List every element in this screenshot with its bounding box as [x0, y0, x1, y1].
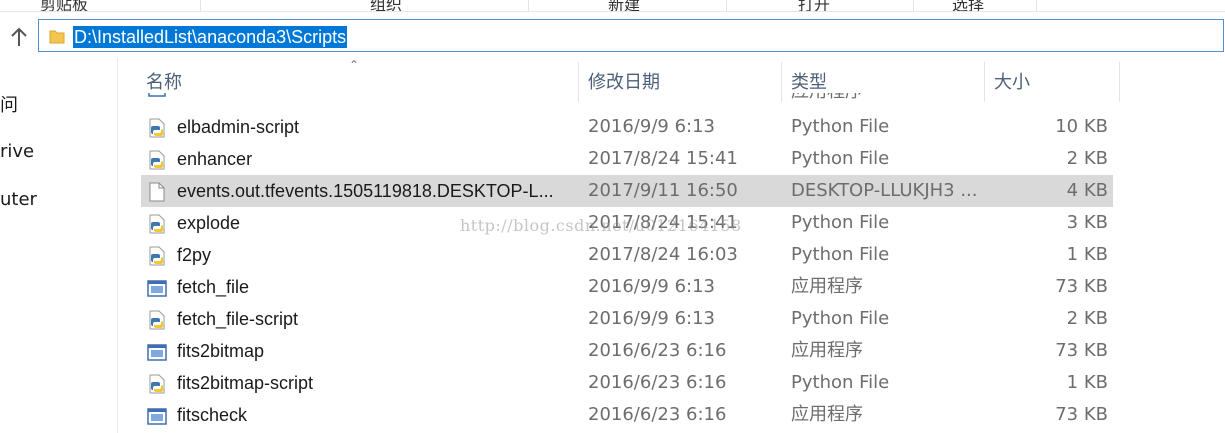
file-name: events.out.tfevents.1505119818.DESKTOP-L… [177, 181, 554, 201]
ribbon-separator [726, 0, 727, 11]
file-name: elbadmin-script [177, 117, 300, 137]
file-size: 73 KB [1055, 340, 1108, 361]
file-date: 2016/9/9 6:13 [588, 116, 715, 137]
file-type: Python File [791, 244, 890, 265]
file-date: 2016/6/23 6:16 [588, 404, 727, 425]
file-type: Python File [791, 308, 890, 329]
file-type: 应用程序 [791, 340, 863, 361]
folder-icon [49, 30, 65, 44]
application-icon [147, 278, 167, 298]
nav-item-quick-access[interactable]: 问 [0, 91, 18, 117]
file-name: enhancer [177, 149, 253, 169]
nav-item-this-pc[interactable]: uter [0, 189, 37, 210]
file-name: fitscheck [177, 405, 248, 425]
python-file-icon [147, 118, 167, 138]
application-icon [148, 93, 166, 97]
file-type: 应用程序 [791, 276, 863, 297]
column-separator[interactable] [1119, 62, 1120, 102]
file-name: fetch_file-script [177, 309, 299, 329]
ribbon-separator [1036, 0, 1037, 11]
file-size: 2 KB [1066, 308, 1108, 329]
ribbon-group-labels: 剪贴板 组织 新建 打开 选择 [0, 0, 1225, 12]
file-date: 2016/9/9 6:13 [588, 276, 715, 297]
file-type: DESKTOP-LLUKJH3 ... [791, 180, 978, 201]
file-size: 3 KB [1066, 212, 1108, 233]
navigation-pane: 问 rive uter [0, 58, 118, 433]
file-type: Python File [791, 372, 890, 393]
ribbon-label-clipboard: 剪贴板 [40, 0, 89, 12]
nav-item-onedrive[interactable]: rive [0, 141, 34, 162]
list-item[interactable]: fetch_file-script 2016/9/9 6:13 Python F… [141, 303, 1113, 335]
list-item[interactable]: fits2bitmap-script 2016/6/23 6:16 Python… [141, 367, 1113, 399]
list-item[interactable]: fetch_file 2016/9/9 6:13 应用程序 73 KB [141, 271, 1113, 303]
list-item[interactable]: enhancer 2017/8/24 15:41 Python File 2 K… [141, 143, 1113, 175]
file-size: 73 KB [1055, 276, 1108, 297]
list-item[interactable]: fitscheck 2016/6/23 6:16 应用程序 73 KB [141, 399, 1113, 431]
file-date: 2017/8/24 16:03 [588, 244, 738, 265]
file-type: Python File [791, 212, 890, 233]
list-item[interactable]: fits2bitmap 2016/6/23 6:16 应用程序 73 KB [141, 335, 1113, 367]
file-size: 4 KB [1066, 180, 1108, 201]
file-size: 73 KB [1055, 404, 1108, 425]
file-size: 1 KB [1066, 372, 1108, 393]
file-name: fits2bitmap-script [177, 373, 314, 393]
ribbon-label-select: 选择 [952, 0, 985, 12]
arrow-up-icon [11, 27, 27, 46]
ribbon-label-new: 新建 [608, 0, 641, 12]
file-name: f2py [177, 245, 212, 265]
file-name: fetch_file [177, 277, 250, 297]
file-type: Python File [791, 116, 890, 137]
pane-divider[interactable] [117, 58, 118, 433]
file-type: 应用程序 [791, 404, 863, 425]
ribbon-separator [528, 0, 529, 11]
list-item-partial: 应用程序 [141, 93, 1113, 103]
file-type: Python File [791, 148, 890, 169]
file-size: 1 KB [1066, 244, 1108, 265]
file-date: 2016/9/9 6:13 [588, 308, 715, 329]
file-type: 应用程序 [791, 93, 863, 103]
ribbon-label-open: 打开 [798, 0, 831, 12]
ribbon-separator [913, 0, 914, 11]
file-name: fits2bitmap [177, 341, 265, 361]
address-path-text[interactable]: D:\InstalledList\anaconda3\Scripts [73, 26, 348, 48]
file-date: 2016/6/23 6:16 [588, 340, 727, 361]
python-file-icon [147, 310, 167, 330]
up-button[interactable] [6, 24, 32, 50]
python-file-icon [147, 246, 167, 266]
list-item[interactable]: elbadmin-script 2016/9/9 6:13 Python Fil… [141, 111, 1113, 143]
sort-ascending-icon: ⌃ [349, 58, 360, 72]
blank-file-icon [147, 182, 167, 202]
address-bar[interactable]: D:\InstalledList\anaconda3\Scripts [38, 19, 1224, 52]
python-file-icon [147, 374, 167, 394]
python-file-icon [147, 214, 167, 234]
file-size: 10 KB [1055, 116, 1108, 137]
ribbon-separator [200, 0, 201, 11]
file-date: 2017/8/24 15:41 [588, 148, 738, 169]
file-date: 2017/9/11 16:50 [588, 180, 738, 201]
application-icon [147, 406, 167, 426]
ribbon-label-organize: 组织 [370, 0, 403, 12]
application-icon [147, 342, 167, 362]
list-item[interactable]: f2py 2017/8/24 16:03 Python File 1 KB [141, 239, 1113, 271]
list-item-selected[interactable]: events.out.tfevents.1505119818.DESKTOP-L… [141, 175, 1113, 207]
file-size: 2 KB [1066, 148, 1108, 169]
watermark: http://blog.csdn.net/u012164158 [460, 216, 742, 235]
python-file-icon [147, 150, 167, 170]
file-date: 2016/6/23 6:16 [588, 372, 727, 393]
